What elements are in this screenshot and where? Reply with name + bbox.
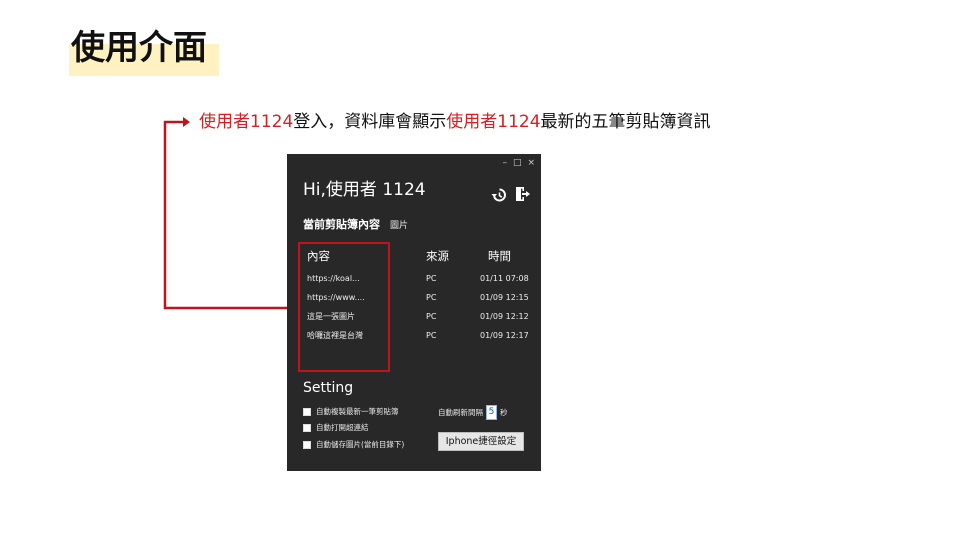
row-time: 01/09 12:12: [480, 312, 529, 321]
option-auto-open-link[interactable]: 自動打開超連結: [303, 422, 369, 433]
option-auto-save-image[interactable]: 自動儲存圖片(當前目錄下): [303, 439, 404, 450]
row-source: PC: [426, 312, 437, 321]
row-time: 01/11 07:08: [480, 274, 529, 283]
refresh-interval: 自動刷新間隔 5 秒: [438, 405, 508, 420]
row-source: PC: [426, 274, 437, 283]
caption-text-2: 最新的五筆剪貼簿資訊: [540, 112, 711, 132]
minimize-button[interactable]: –: [502, 157, 507, 169]
auto-copy-label: 自動複製最新一筆剪貼簿: [316, 407, 399, 416]
refresh-interval-label: 自動刷新間隔: [438, 408, 483, 417]
auto-open-link-label: 自動打開超連結: [316, 423, 369, 432]
auto-open-link-checkbox[interactable]: [303, 423, 311, 432]
iphone-shortcut-button[interactable]: Iphone捷徑設定: [438, 432, 524, 451]
refresh-interval-unit: 秒: [500, 408, 508, 417]
auto-save-image-label: 自動儲存圖片(當前目錄下): [316, 440, 405, 449]
caption-text-1: 登入，資料庫會顯示: [293, 112, 447, 132]
auto-copy-checkbox[interactable]: [303, 407, 311, 416]
window-controls: – □ ×: [502, 157, 535, 169]
greeting: Hi,使用者 1124: [303, 180, 426, 200]
row-time: 01/09 12:17: [480, 331, 529, 340]
close-button[interactable]: ×: [527, 157, 535, 169]
logout-icon[interactable]: [513, 185, 531, 203]
slide-caption: 使用者1124登入，資料庫會顯示使用者1124最新的五筆剪貼簿資訊: [199, 110, 711, 134]
history-icon[interactable]: [490, 186, 508, 204]
current-clipboard: 當前剪貼簿內容 圖片: [303, 216, 408, 232]
row-source: PC: [426, 293, 437, 302]
auto-save-image-checkbox[interactable]: [303, 440, 311, 449]
app-window: – □ × Hi,使用者 1124 當前剪貼簿內容 圖片 內容 來源 時間 htt…: [287, 154, 541, 471]
header-source: 來源: [426, 249, 449, 263]
slide-title: 使用介面: [71, 28, 207, 68]
refresh-interval-input[interactable]: 5: [486, 405, 497, 420]
row-time: 01/09 12:15: [480, 293, 529, 302]
settings-title: Setting: [303, 380, 354, 396]
option-auto-copy[interactable]: 自動複製最新一筆剪貼簿: [303, 406, 399, 417]
caption-user-2: 使用者1124: [446, 112, 541, 132]
current-clipboard-label: 當前剪貼簿內容: [303, 218, 380, 231]
content-highlight-box: [298, 242, 390, 372]
current-clipboard-value: 圖片: [390, 221, 409, 231]
row-source: PC: [426, 331, 437, 340]
caption-user-1: 使用者1124: [199, 112, 294, 132]
header-time: 時間: [488, 249, 511, 263]
maximize-button[interactable]: □: [513, 157, 522, 169]
